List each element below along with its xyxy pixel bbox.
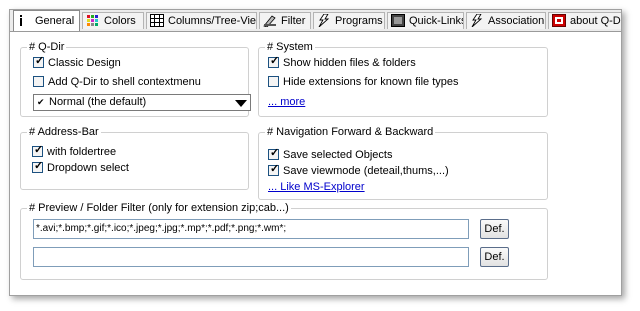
- options-window: General Colors Columns/Tree-View Filter: [9, 9, 622, 296]
- save-selected-checkbox[interactable]: ✓ Save selected Objects: [268, 147, 393, 163]
- association-icon: [470, 13, 484, 27]
- checkbox-box[interactable]: ✓: [32, 160, 43, 173]
- shell-contextmenu-checkbox[interactable]: Add Q-Dir to shell contextmenu: [33, 75, 201, 90]
- checkbox-label: Hide extensions for known file types: [283, 76, 459, 88]
- tab-label: Filter: [281, 15, 306, 27]
- checkbox-label: Classic Design: [48, 57, 121, 69]
- default-folder-filter-button[interactable]: Def.: [480, 247, 509, 267]
- hide-extensions-checkbox[interactable]: Hide extensions for known file types: [268, 75, 458, 90]
- tab-label: Programs: [335, 15, 383, 27]
- preview-filter-input[interactable]: *.avi;*.bmp;*.gif;*.ico;*.jpeg;*.jpg;*.m…: [33, 219, 469, 239]
- select-value: Normal (the default): [49, 96, 147, 108]
- about-icon: [552, 13, 566, 27]
- tab-label: Association: [488, 15, 545, 27]
- checkbox-label: with foldertree: [47, 146, 117, 158]
- checkbox-label: Save viewmode (deteail,thums,...): [283, 165, 449, 177]
- checkbox-label: Add Q-Dir to shell contextmenu: [48, 76, 201, 88]
- checkbox-box[interactable]: [268, 75, 279, 87]
- tab-label: Colors: [104, 15, 136, 27]
- tab-about[interactable]: about Q-Dir ...: [548, 12, 621, 29]
- checkbox-label: Show hidden files & folders: [283, 57, 416, 69]
- columns-icon: [150, 13, 164, 27]
- tab-general[interactable]: General: [13, 10, 80, 31]
- group-title: # Navigation Forward & Backward: [265, 126, 436, 139]
- checkmark-icon: ✔: [37, 97, 45, 107]
- checkbox-label: Dropdown select: [47, 162, 129, 174]
- programs-icon: [317, 13, 331, 27]
- more-link[interactable]: ... more: [268, 96, 305, 109]
- tab-programs[interactable]: Programs: [313, 12, 385, 29]
- folder-filter-input[interactable]: [33, 247, 469, 267]
- checkbox-box[interactable]: [33, 75, 44, 87]
- qdir-group: # Q-Dir ✓ Classic Design Add Q-Dir to she…: [20, 41, 251, 117]
- checkbox-box[interactable]: ✓: [32, 144, 43, 157]
- dropdown-arrow-icon[interactable]: [235, 100, 247, 107]
- dropdown-select-checkbox[interactable]: ✓ Dropdown select: [32, 160, 129, 176]
- checkbox-box[interactable]: ✓: [33, 55, 44, 68]
- tab-label: General: [35, 15, 75, 27]
- tab-columns-tree-view[interactable]: Columns/Tree-View: [146, 12, 257, 29]
- group-title: # Address-Bar: [27, 126, 101, 139]
- checkbox-box[interactable]: ✓: [268, 147, 279, 160]
- address-bar-group: # Address-Bar ✓ with foldertree ✓ Dropdown…: [20, 126, 249, 190]
- classic-design-checkbox[interactable]: ✓ Classic Design: [33, 55, 121, 71]
- tab-association[interactable]: Association: [466, 12, 546, 29]
- quick-links-icon: [391, 13, 405, 27]
- default-filter-button[interactable]: Def.: [480, 219, 509, 239]
- group-title: # Preview / Folder Filter (only for exte…: [27, 202, 291, 215]
- checkbox-box[interactable]: ✓: [268, 55, 279, 68]
- tab-bar: General Colors Columns/Tree-View Filter: [10, 10, 621, 32]
- tab-colors[interactable]: Colors: [82, 12, 144, 29]
- tab-quick-links[interactable]: Quick-Links: [387, 12, 464, 29]
- checkbox-label: Save selected Objects: [283, 149, 393, 161]
- checkbox-box[interactable]: ✓: [268, 163, 279, 176]
- group-title: # Q-Dir: [27, 41, 67, 54]
- tab-filter[interactable]: Filter: [259, 12, 311, 29]
- system-group: # System ✓ Show hidden files & folders Hi…: [258, 41, 548, 117]
- colors-icon: [86, 14, 100, 27]
- save-viewmode-checkbox[interactable]: ✓ Save viewmode (deteail,thums,...): [268, 163, 449, 179]
- filter-icon: [263, 14, 277, 28]
- navigation-group: # Navigation Forward & Backward ✓ Save se…: [258, 126, 548, 200]
- group-title: # System: [265, 41, 315, 54]
- tab-label: Columns/Tree-View: [168, 15, 257, 27]
- tab-label: Quick-Links: [409, 15, 464, 27]
- preview-filter-group: # Preview / Folder Filter (only for exte…: [20, 202, 548, 280]
- general-tab-content: # Q-Dir ✓ Classic Design Add Q-Dir to she…: [10, 32, 621, 295]
- with-foldertree-checkbox[interactable]: ✓ with foldertree: [32, 144, 117, 160]
- like-ms-explorer-link[interactable]: ... Like MS-Explorer: [268, 181, 365, 194]
- info-icon: [17, 14, 31, 27]
- mode-select[interactable]: ✔ Normal (the default): [33, 94, 251, 111]
- show-hidden-checkbox[interactable]: ✓ Show hidden files & folders: [268, 55, 416, 71]
- tab-label: about Q-Dir ...: [570, 15, 621, 27]
